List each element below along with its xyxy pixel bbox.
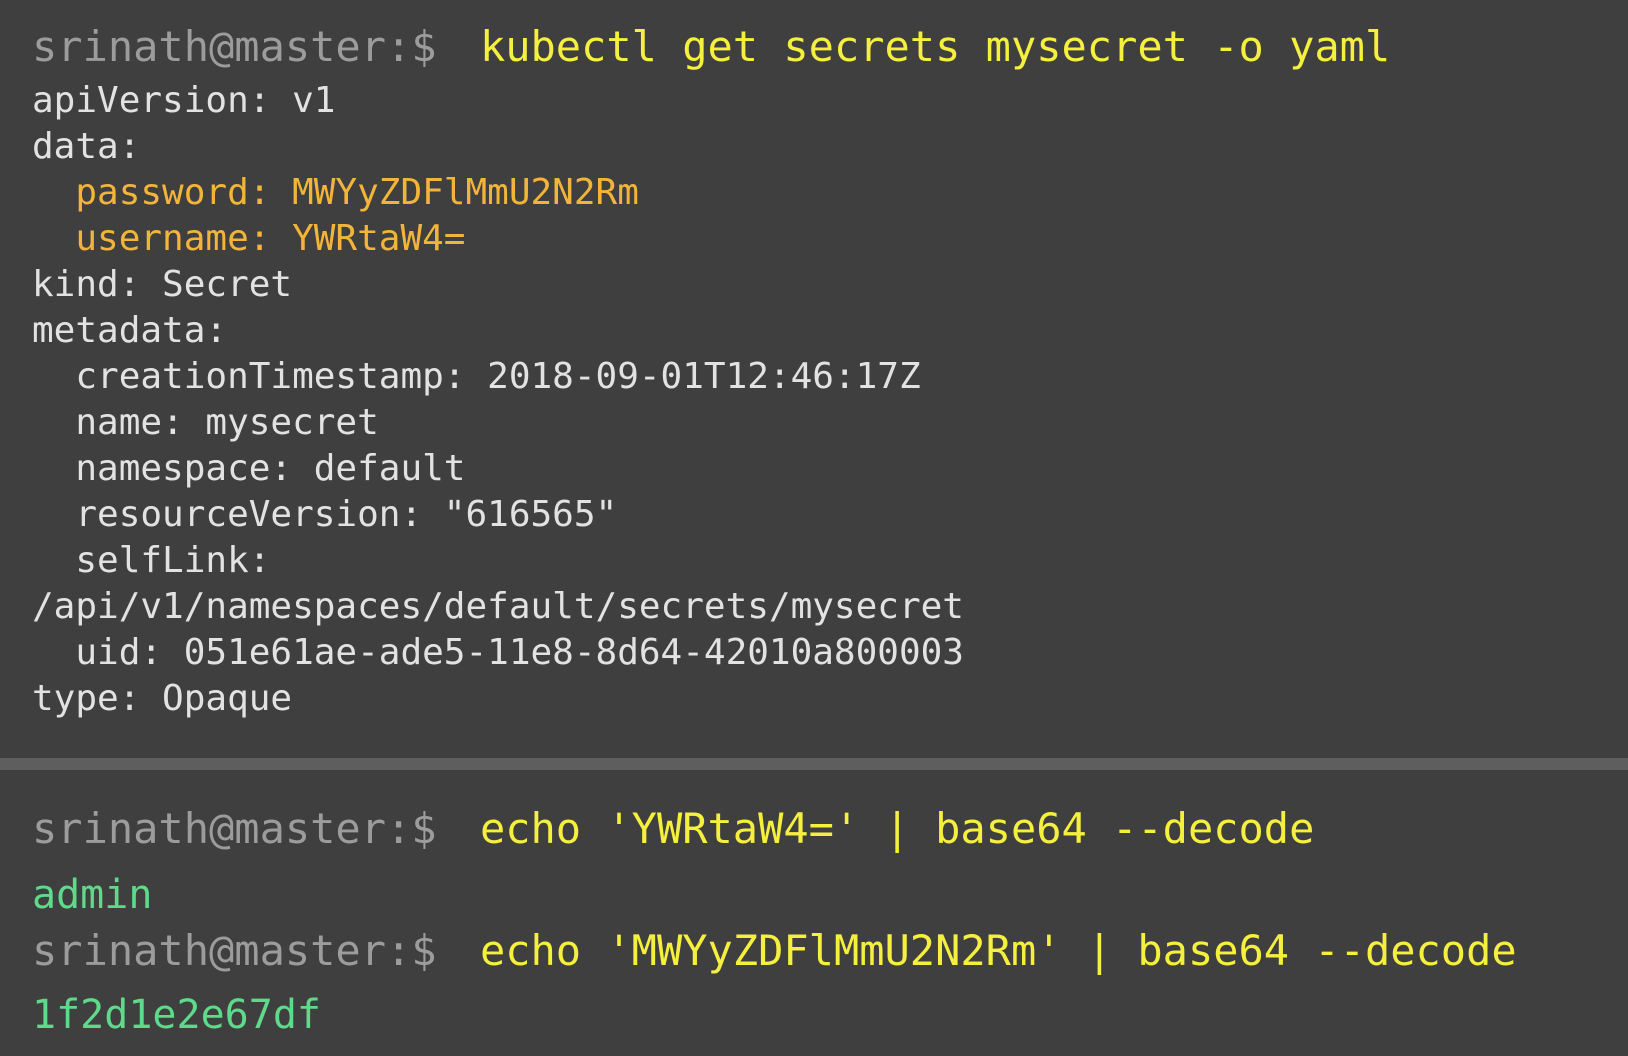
command-text: echo 'MWYyZDFlMmU2N2Rm' | base64 --decod… (479, 926, 1517, 975)
output-line: metadata: (32, 310, 228, 351)
command-line: srinath@master:$ echo 'YWRtaW4=' | base6… (32, 806, 1314, 855)
output-line: selfLink: (32, 540, 271, 581)
output-line: kind: Secret (32, 264, 293, 305)
terminal-pane-top[interactable]: srinath@master:$ kubectl get secrets mys… (0, 0, 1628, 758)
output-line: creationTimestamp: 2018-09-01T12:46:17Z (32, 356, 921, 397)
command-line: srinath@master:$ echo 'MWYyZDFlMmU2N2Rm'… (32, 928, 1517, 977)
terminal-pane-bottom[interactable]: srinath@master:$ echo 'YWRtaW4=' | base6… (0, 770, 1628, 1056)
terminal-screenshot: srinath@master:$ kubectl get secrets mys… (0, 0, 1628, 1056)
output-line: data: (32, 126, 141, 167)
output-line-password: password: MWYyZDFlMmU2N2Rm (32, 172, 639, 213)
command-line: srinath@master:$ kubectl get secrets mys… (32, 24, 1390, 73)
shell-prompt: srinath@master:$ (32, 926, 437, 975)
output-line-username: username: YWRtaW4= (32, 218, 466, 259)
shell-prompt: srinath@master:$ (32, 22, 437, 71)
decoded-output: admin (32, 872, 153, 918)
command-text: kubectl get secrets mysecret -o yaml (479, 22, 1391, 71)
output-line: /api/v1/namespaces/default/secrets/mysec… (32, 586, 964, 627)
output-line: type: Opaque (32, 678, 293, 719)
output-line: resourceVersion: "616565" (32, 494, 618, 535)
shell-prompt: srinath@master:$ (32, 804, 437, 853)
output-line: uid: 051e61ae-ade5-11e8-8d64-42010a80000… (32, 632, 964, 673)
output-line: name: mysecret (32, 402, 379, 443)
decoded-output: 1f2d1e2e67df (32, 992, 321, 1038)
output-line: namespace: default (32, 448, 466, 489)
command-text: echo 'YWRtaW4=' | base64 --decode (479, 804, 1315, 853)
output-line: apiVersion: v1 (32, 80, 336, 121)
pane-divider[interactable] (0, 758, 1628, 770)
